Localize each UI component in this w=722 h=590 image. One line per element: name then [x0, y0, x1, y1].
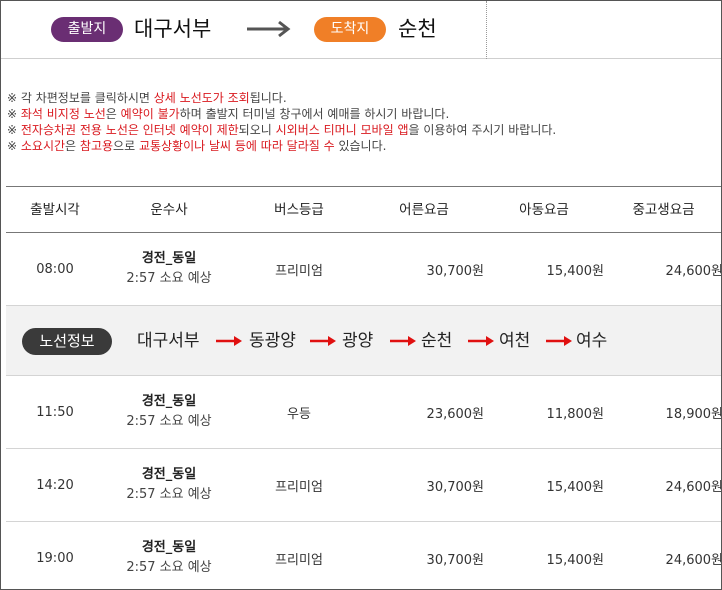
header-adult-fare: 어른요금 [399, 202, 449, 218]
adult-fare: 23,600원 [426, 406, 484, 422]
route-info-panel: 노선정보 대구서부 동광양 광양 순천 여천 여수 [6, 306, 721, 376]
table-header: 출발시각 운수사 버스등급 어른요금 아동요금 중고생요금 [6, 186, 721, 233]
schedule-table: 출발시각 운수사 버스등급 어른요금 아동요금 중고생요금 08:00 경전_동… [6, 186, 722, 589]
company-name: 경전_동일 [141, 251, 197, 266]
student-fare: 18,900원 [665, 406, 722, 422]
notice-highlight: 예약이 불가 [120, 107, 180, 121]
bus-grade: 우등 [287, 406, 311, 422]
route-stop: 순천 [421, 331, 453, 351]
notice-text: 은 [65, 139, 80, 153]
duration: 2:57 소요 예상 [126, 271, 212, 286]
notice-text: 으로 [113, 139, 139, 153]
child-fare: 15,400원 [546, 552, 604, 568]
route-stop: 광양 [342, 331, 374, 351]
depart-time: 14:20 [36, 477, 74, 493]
notice-highlight: 좌석 비지정 노선 [20, 107, 106, 121]
notice-text: ※ [7, 139, 21, 153]
notice-text: 되오니 [238, 123, 276, 137]
route-info-badge: 노선정보 [22, 328, 112, 355]
notice-highlight: 시외버스 티머니 모바일 앱 [275, 123, 409, 137]
route-stop: 동광양 [249, 331, 296, 351]
child-fare: 11,800원 [546, 406, 604, 422]
notice-text: 됩니다. [249, 91, 287, 105]
notice-highlight: 소요시간 [20, 139, 66, 153]
company-name: 경전_동일 [141, 540, 197, 555]
notice-text: ※ [7, 107, 21, 121]
adult-fare: 30,700원 [426, 479, 484, 495]
depart-time: 11:50 [36, 404, 74, 420]
company-cell: 경전_동일 2:57 소요 예상 [104, 233, 234, 305]
company-cell: 경전_동일 2:57 소요 예상 [104, 376, 234, 448]
notice-line: ※ 전자승차권 전용 노선은 인터넷 예약이 제한되오니 시외버스 티머니 모바… [7, 122, 556, 138]
page-frame: 출발지 대구서부 도착지 순천 ※ 각 차편정보를 클릭하시면 상세 노선도가 … [0, 0, 722, 590]
notice-text: 을 이용하여 주시기 바랍니다. [408, 123, 557, 137]
duration: 2:57 소요 예상 [126, 487, 212, 502]
bus-grade: 프리미엄 [275, 479, 323, 495]
notice-highlight: 참고용 [79, 139, 114, 153]
route-header: 출발지 대구서부 도착지 순천 [1, 1, 721, 59]
route-stop: 대구서부 [137, 331, 200, 351]
bus-grade: 프리미엄 [275, 552, 323, 568]
header-company: 운수사 [150, 202, 188, 218]
arrow-right-icon [247, 20, 291, 38]
notice-line: ※ 좌석 비지정 노선은 예약이 불가하며 출발지 터미널 창구에서 예매를 하… [7, 106, 556, 122]
duration: 2:57 소요 예상 [126, 414, 212, 429]
student-fare: 24,600원 [665, 552, 722, 568]
arrow-right-icon [546, 336, 572, 346]
notice-highlight: 교통상황이나 날씨 등에 따라 달라질 수 [138, 139, 335, 153]
depart-badge: 출발지 [51, 17, 123, 42]
header-divider [486, 1, 487, 59]
company-cell: 경전_동일 2:57 소요 예상 [104, 522, 234, 589]
notice-text: 은 [105, 107, 121, 121]
arrow-right-icon [310, 336, 336, 346]
arrow-right-icon [468, 336, 494, 346]
notice-highlight: 전자승차권 전용 노선은 인터넷 예약이 제한 [20, 123, 239, 137]
table-row[interactable]: 08:00 경전_동일 2:57 소요 예상 프리미엄 30,700원 15,4… [6, 233, 722, 306]
arrow-right-icon [390, 336, 416, 346]
header-student-fare: 중고생요금 [632, 202, 695, 218]
notice-text: 하며 출발지 터미널 창구에서 예매를 하시기 바랍니다. [179, 107, 450, 121]
notice-text: 있습니다. [334, 139, 387, 153]
company-name: 경전_동일 [141, 394, 197, 409]
route-stop: 여천 [499, 331, 531, 351]
notice-highlight: 상세 노선도가 조회 [153, 91, 250, 105]
header-bus-grade: 버스등급 [274, 202, 324, 218]
table-row[interactable]: 11:50 경전_동일 2:57 소요 예상 우등 23,600원 11,800… [6, 376, 722, 449]
header-child-fare: 아동요금 [519, 202, 569, 218]
child-fare: 15,400원 [546, 479, 604, 495]
table-row[interactable]: 19:00 경전_동일 2:57 소요 예상 프리미엄 30,700원 15,4… [6, 522, 722, 589]
notice-line: ※ 각 차편정보를 클릭하시면 상세 노선도가 조회됩니다. [7, 90, 556, 106]
depart-time: 08:00 [36, 261, 74, 277]
company-cell: 경전_동일 2:57 소요 예상 [104, 449, 234, 521]
student-fare: 24,600원 [665, 479, 722, 495]
bus-grade: 프리미엄 [275, 263, 323, 279]
duration: 2:57 소요 예상 [126, 560, 212, 575]
arrive-city: 순천 [398, 17, 437, 41]
arrow-right-icon [216, 336, 242, 346]
notice-text: ※ 각 차편정보를 클릭하시면 [7, 91, 154, 105]
route-stop: 여수 [576, 331, 608, 351]
header-depart-time: 출발시각 [30, 202, 80, 218]
student-fare: 24,600원 [665, 263, 722, 279]
adult-fare: 30,700원 [426, 552, 484, 568]
adult-fare: 30,700원 [426, 263, 484, 279]
table-row[interactable]: 14:20 경전_동일 2:57 소요 예상 프리미엄 30,700원 15,4… [6, 449, 722, 522]
notice-text: ※ [7, 123, 21, 137]
notice-list: ※ 각 차편정보를 클릭하시면 상세 노선도가 조회됩니다. ※ 좌석 비지정 노… [7, 90, 556, 154]
company-name: 경전_동일 [141, 467, 197, 482]
depart-city: 대구서부 [134, 17, 212, 41]
depart-time: 19:00 [36, 550, 74, 566]
arrive-badge: 도착지 [314, 17, 386, 42]
child-fare: 15,400원 [546, 263, 604, 279]
notice-line: ※ 소요시간은 참고용으로 교통상황이나 날씨 등에 따라 달라질 수 있습니다… [7, 138, 556, 154]
